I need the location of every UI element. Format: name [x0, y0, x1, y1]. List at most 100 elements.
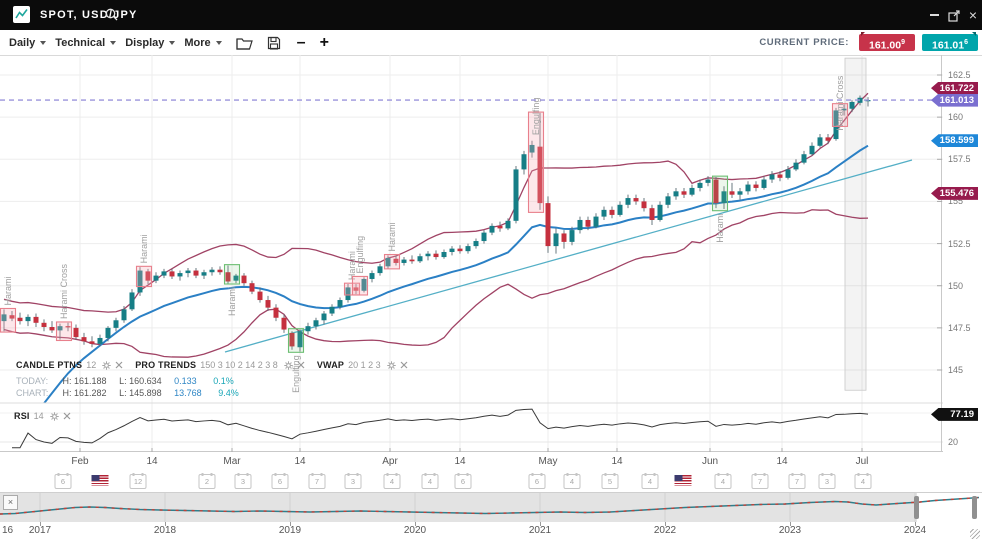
calendar-event-icon[interactable]: 6 — [529, 474, 546, 489]
close-icon[interactable]: × — [963, 0, 982, 30]
candle — [762, 180, 767, 188]
time-tick-label: 14 — [454, 456, 465, 467]
minimize-button[interactable] — [925, 0, 943, 30]
candle — [474, 241, 479, 246]
candle — [466, 246, 471, 251]
candle — [458, 249, 463, 252]
pattern-box[interactable] — [385, 255, 400, 269]
candle — [122, 309, 127, 320]
calendar-event-icon[interactable]: 3 — [345, 474, 362, 489]
calendar-event-icon[interactable]: 7 — [752, 474, 769, 489]
gear-icon[interactable] — [284, 361, 293, 370]
minimap-left-handle[interactable] — [914, 496, 919, 519]
candle — [554, 233, 559, 246]
bb-lower-badge: 155.476 — [931, 187, 978, 200]
price-tick-label: 145 — [948, 365, 963, 375]
candle — [450, 249, 455, 252]
time-tick-label: Jul — [856, 456, 869, 467]
pattern-label: Harami — [387, 223, 397, 252]
calendar-event-icon[interactable]: 4 — [384, 474, 401, 489]
candle — [754, 185, 759, 188]
calendar-event-icon[interactable]: 4 — [642, 474, 659, 489]
bid-badge: 161.009 — [859, 34, 915, 51]
calendar-event-icon[interactable]: 7 — [309, 474, 326, 489]
menu-group: Daily Technical Display More — [0, 37, 222, 49]
pattern-box[interactable] — [713, 176, 728, 211]
dropdown-daily[interactable]: Daily — [9, 37, 46, 49]
pattern-label: Harami Cross — [835, 75, 845, 131]
candle — [370, 273, 375, 279]
calendar-event-icon[interactable]: 4 — [422, 474, 439, 489]
dropdown-more[interactable]: More — [184, 37, 221, 49]
chevron-down-icon — [110, 41, 116, 45]
minimap-right-handle[interactable] — [972, 496, 977, 519]
candle — [178, 273, 183, 276]
calendar-event-icon[interactable]: 6 — [272, 474, 289, 489]
calendar-event-icon[interactable]: 3 — [819, 474, 836, 489]
save-button[interactable] — [267, 36, 281, 50]
calendar-event-icon[interactable]: 4 — [564, 474, 581, 489]
candle — [154, 276, 159, 281]
candle — [618, 205, 623, 215]
pattern-box[interactable] — [57, 322, 72, 341]
pattern-box[interactable] — [225, 265, 240, 284]
zoom-out-button[interactable]: – — [297, 34, 306, 52]
candle — [514, 169, 519, 220]
calendar-event-icon[interactable]: 6 — [55, 474, 72, 489]
chart-change-pct: 9.4% — [218, 388, 239, 398]
bollinger-lower-line — [4, 210, 868, 357]
candle — [746, 185, 751, 192]
minimap-close-button[interactable]: × — [3, 495, 18, 510]
calendar-event-icon[interactable]: 7 — [789, 474, 806, 489]
search-icon[interactable] — [104, 7, 119, 27]
pattern-box[interactable] — [1, 308, 16, 332]
calendar-event-icon[interactable]: 2 — [199, 474, 216, 489]
current-price-group: CURRENT PRICE: 161.009 161.016 — [759, 30, 982, 55]
calendar-event-icon[interactable]: 3 — [235, 474, 252, 489]
candle — [586, 220, 591, 227]
minimap-price-line-dashes — [0, 498, 979, 515]
candle — [802, 154, 807, 162]
candle — [306, 326, 311, 331]
dropdown-display[interactable]: Display — [125, 37, 175, 49]
candle — [498, 226, 503, 229]
calendar-event-icon[interactable]: 4 — [715, 474, 732, 489]
gear-icon[interactable] — [102, 361, 111, 370]
resize-grip[interactable] — [970, 529, 980, 539]
candle — [674, 191, 679, 196]
remove-indicator-icon[interactable] — [297, 361, 305, 369]
open-layout-button[interactable] — [236, 36, 253, 50]
zoom-in-button[interactable]: + — [320, 34, 329, 52]
candle — [186, 271, 191, 274]
pattern-label: Harami Cross — [59, 263, 69, 319]
bb-upper-badge: 161.722 — [931, 82, 978, 95]
calendar-event-icon[interactable]: 5 — [602, 474, 619, 489]
pattern-box[interactable] — [289, 329, 304, 353]
popout-button[interactable] — [944, 0, 964, 30]
today-high: H: 161.188 — [63, 376, 107, 386]
candle — [274, 308, 279, 318]
candle — [266, 300, 271, 308]
pattern-label: Harami — [3, 276, 13, 305]
us-flag-icon[interactable] — [92, 475, 109, 486]
gear-icon[interactable] — [50, 412, 59, 421]
time-tick-label: Feb — [71, 456, 88, 467]
pattern-box[interactable] — [137, 266, 152, 286]
remove-indicator-icon[interactable] — [115, 361, 123, 369]
rsi-label: RSI — [14, 411, 30, 421]
today-change-pct: 0.1% — [213, 376, 234, 386]
timeline-minimap[interactable]: × — [0, 492, 982, 523]
remove-indicator-icon[interactable] — [63, 412, 71, 420]
calendar-event-icon[interactable]: 4 — [855, 474, 872, 489]
pattern-box[interactable] — [353, 276, 368, 295]
time-axis[interactable]: Feb14Mar14Apr14May14Jun14Jul — [0, 452, 982, 470]
calendar-event-icon[interactable]: 12 — [130, 474, 147, 489]
candle — [650, 208, 655, 220]
candle — [690, 188, 695, 195]
us-flag-icon[interactable] — [675, 475, 692, 486]
calendar-event-icon[interactable]: 6 — [455, 474, 472, 489]
gear-icon[interactable] — [387, 361, 396, 370]
dropdown-technical[interactable]: Technical — [55, 37, 116, 49]
remove-indicator-icon[interactable] — [400, 361, 408, 369]
minimap-canvas[interactable] — [0, 493, 982, 523]
